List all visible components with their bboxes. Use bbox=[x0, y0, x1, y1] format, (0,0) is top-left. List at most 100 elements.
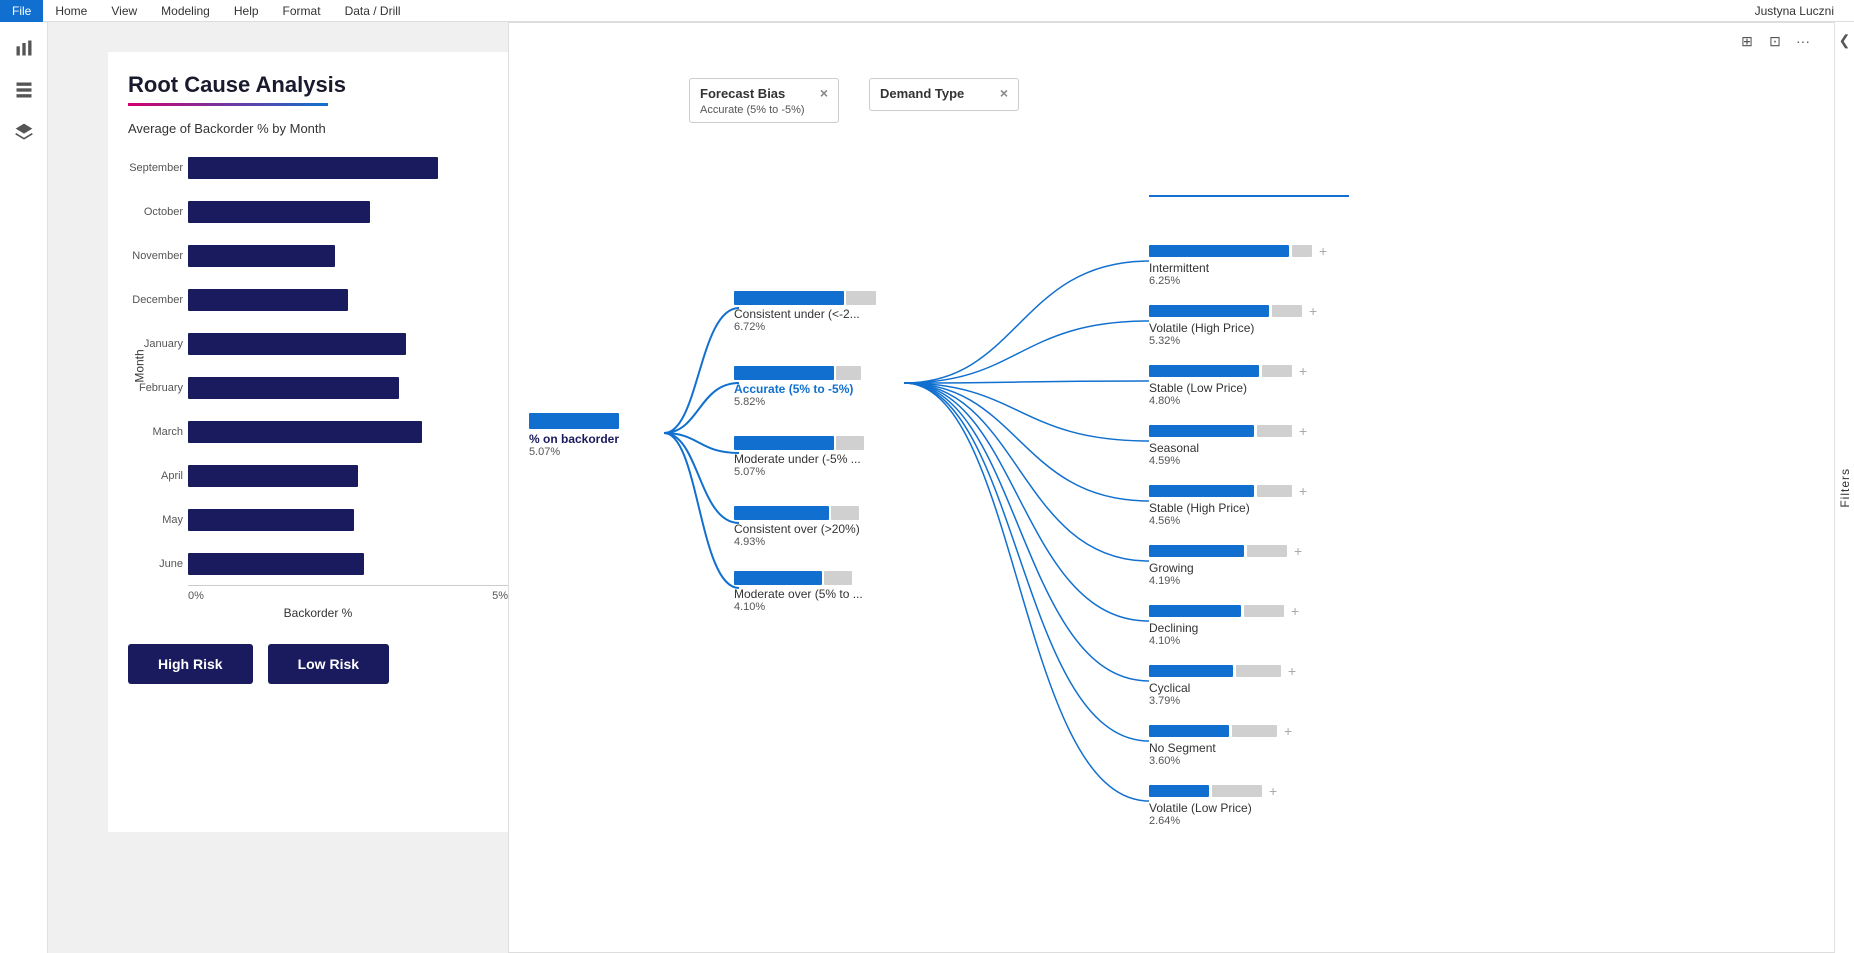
help-menu[interactable]: Help bbox=[222, 0, 271, 22]
demand-bar-gray bbox=[1232, 725, 1277, 737]
demand-plus-icon[interactable]: + bbox=[1294, 543, 1302, 559]
bar-track bbox=[188, 377, 508, 399]
bar-fill bbox=[188, 377, 399, 399]
demand-bar-gray bbox=[1236, 665, 1281, 677]
demand-bar-blue bbox=[1149, 485, 1254, 497]
demand-plus-icon[interactable]: + bbox=[1319, 243, 1327, 259]
demand-plus-icon[interactable]: + bbox=[1299, 423, 1307, 439]
bar-track bbox=[188, 289, 508, 311]
demand-plus-icon[interactable]: + bbox=[1288, 663, 1296, 679]
demand-bar-row: + bbox=[1149, 363, 1307, 379]
table-row: March bbox=[188, 414, 508, 450]
bar-fill bbox=[188, 509, 354, 531]
filter-chips: Forecast Bias × Accurate (5% to -5%) Dem… bbox=[689, 78, 1019, 123]
node-bar-blue bbox=[734, 436, 834, 450]
node-bar-gray bbox=[836, 436, 864, 450]
demand-plus-icon[interactable]: + bbox=[1269, 783, 1277, 799]
modeling-menu[interactable]: Modeling bbox=[149, 0, 222, 22]
user-name: Justyna Luczni bbox=[1755, 4, 1854, 18]
demand-bar-blue bbox=[1149, 605, 1241, 617]
demand-panel-header bbox=[1149, 191, 1349, 197]
demand-plus-icon[interactable]: + bbox=[1284, 723, 1292, 739]
bar-rows: September October November bbox=[188, 146, 508, 586]
layers-icon[interactable] bbox=[6, 114, 42, 150]
filters-label: Filters bbox=[1838, 468, 1852, 508]
format-menu[interactable]: Format bbox=[271, 0, 333, 22]
file-menu[interactable]: File bbox=[0, 0, 43, 22]
demand-bar-row: + bbox=[1149, 243, 1327, 259]
demand-bar-gray bbox=[1257, 425, 1292, 437]
demand-item-0: + Intermittent 6.25% bbox=[1149, 243, 1327, 287]
demand-type-title: Demand Type bbox=[880, 86, 964, 101]
demand-item-value: 4.19% bbox=[1149, 575, 1302, 587]
demand-type-chip: Demand Type × bbox=[869, 78, 1019, 111]
bar-track bbox=[188, 245, 508, 267]
demand-item-label: Intermittent bbox=[1149, 261, 1327, 275]
node-bar-blue bbox=[734, 366, 834, 380]
demand-panel bbox=[1149, 191, 1349, 205]
demand-bar-gray bbox=[1247, 545, 1287, 557]
table-row: April bbox=[188, 458, 508, 494]
demand-item-value: 5.32% bbox=[1149, 335, 1317, 347]
demand-item-9: + Volatile (Low Price) 2.64% bbox=[1149, 783, 1277, 827]
bar-chart-icon[interactable] bbox=[6, 30, 42, 66]
demand-item-8: + No Segment 3.60% bbox=[1149, 723, 1292, 767]
demand-plus-icon[interactable]: + bbox=[1309, 303, 1317, 319]
demand-item-label: Volatile (Low Price) bbox=[1149, 801, 1277, 815]
demand-plus-icon[interactable]: + bbox=[1291, 603, 1299, 619]
bar-track bbox=[188, 333, 508, 355]
demand-bar-gray bbox=[1212, 785, 1262, 797]
more-options-icon[interactable]: ··· bbox=[1792, 30, 1814, 52]
demand-item-value: 4.80% bbox=[1149, 395, 1307, 407]
demand-plus-icon[interactable]: + bbox=[1299, 483, 1307, 499]
forecast-node-0: Consistent under (<-2... 6.72% bbox=[734, 291, 876, 333]
filter-icon[interactable]: ⊞ bbox=[1736, 30, 1758, 52]
node-bar-row bbox=[734, 506, 860, 520]
demand-type-header: Demand Type × bbox=[880, 85, 1008, 101]
decomp-tree: % on backorder 5.07% Consistent under (<… bbox=[509, 143, 1853, 952]
forecast-bias-value: Accurate (5% to -5%) bbox=[700, 104, 828, 116]
bar-fill bbox=[188, 289, 348, 311]
table-row: October bbox=[188, 194, 508, 230]
demand-bar-gray bbox=[1257, 485, 1292, 497]
table-row: May bbox=[188, 502, 508, 538]
y-axis-label: Month bbox=[133, 349, 147, 382]
bar-label: May bbox=[123, 514, 183, 526]
demand-item-label: Cyclical bbox=[1149, 681, 1296, 695]
demand-plus-icon[interactable]: + bbox=[1299, 363, 1307, 379]
node-bar-gray bbox=[824, 571, 852, 585]
demand-bar-gray bbox=[1272, 305, 1302, 317]
demand-item-value: 2.64% bbox=[1149, 815, 1277, 827]
demand-item-7: + Cyclical 3.79% bbox=[1149, 663, 1296, 707]
forecast-bias-close[interactable]: × bbox=[820, 85, 828, 101]
demand-bar-blue bbox=[1149, 365, 1259, 377]
demand-bar-row: + bbox=[1149, 663, 1296, 679]
demand-bar-row: + bbox=[1149, 483, 1307, 499]
main-canvas: ⊞ ⊡ ··· Root Cause Analysis Average of B… bbox=[48, 22, 1854, 953]
bar-fill bbox=[188, 553, 364, 575]
demand-bar-row: + bbox=[1149, 603, 1299, 619]
forecast-node-3: Consistent over (>20%) 4.93% bbox=[734, 506, 860, 548]
data-drill-menu[interactable]: Data / Drill bbox=[333, 0, 413, 22]
view-menu[interactable]: View bbox=[99, 0, 149, 22]
forecast-node-1: Accurate (5% to -5%) 5.82% bbox=[734, 366, 861, 408]
demand-item-label: Stable (High Price) bbox=[1149, 501, 1307, 515]
demand-item-3: + Seasonal 4.59% bbox=[1149, 423, 1307, 467]
table-icon[interactable] bbox=[6, 72, 42, 108]
bar-label: September bbox=[123, 162, 183, 174]
home-menu[interactable]: Home bbox=[43, 0, 99, 22]
demand-bar-blue bbox=[1149, 305, 1269, 317]
node-bar-blue bbox=[734, 571, 822, 585]
demand-type-close[interactable]: × bbox=[1000, 85, 1008, 101]
demand-item-value: 4.10% bbox=[1149, 635, 1299, 647]
demand-item-label: Volatile (High Price) bbox=[1149, 321, 1317, 335]
demand-item-6: + Declining 4.10% bbox=[1149, 603, 1299, 647]
forecast-node-value: 6.72% bbox=[734, 321, 876, 333]
filters-expand-arrow[interactable]: ❮ bbox=[1839, 32, 1851, 49]
low-risk-button[interactable]: Low Risk bbox=[268, 644, 389, 684]
high-risk-button[interactable]: High Risk bbox=[128, 644, 253, 684]
expand-icon[interactable]: ⊡ bbox=[1764, 30, 1786, 52]
demand-item-label: Declining bbox=[1149, 621, 1299, 635]
demand-bar-gray bbox=[1244, 605, 1284, 617]
demand-bar-blue bbox=[1149, 665, 1233, 677]
